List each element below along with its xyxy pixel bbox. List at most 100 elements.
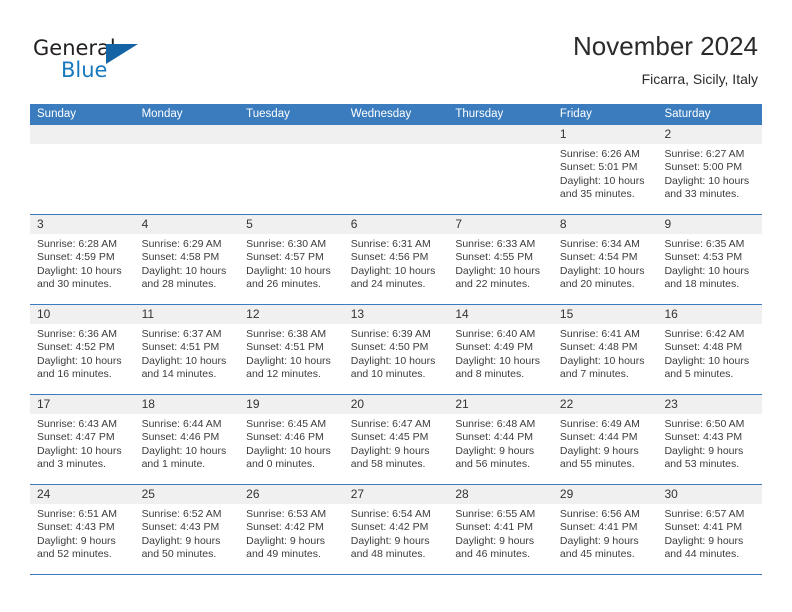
daylight-text: Daylight: 10 hours and 24 minutes. bbox=[350, 264, 436, 291]
sunset-text: Sunset: 4:51 PM bbox=[141, 341, 220, 354]
logo-text-general: General bbox=[33, 36, 116, 60]
calendar-day-cell[interactable]: 2 Sunrise: 6:27 AM Sunset: 5:00 PM Daylight… bbox=[657, 125, 763, 214]
daylight-text: Daylight: 10 hours and 28 minutes. bbox=[141, 264, 227, 291]
day-number-band bbox=[239, 125, 344, 144]
calendar-day-cell[interactable]: 5 Sunrise: 6:30 AM Sunset: 4:57 PM Daylight… bbox=[239, 215, 344, 304]
calendar-day-cell[interactable]: 28 Sunrise: 6:55 AM Sunset: 4:41 PM Dayligh… bbox=[448, 485, 553, 574]
calendar-day-cell[interactable]: 25 Sunrise: 6:52 AM Sunset: 4:43 PM Dayligh… bbox=[134, 485, 240, 574]
calendar-day-cell[interactable]: 30 Sunrise: 6:57 AM Sunset: 4:41 PM Dayligh… bbox=[657, 485, 763, 574]
calendar-day-cell[interactable]: 12 Sunrise: 6:38 AM Sunset: 4:51 PM Dayligh… bbox=[239, 305, 344, 394]
day-number-band: 24 bbox=[30, 485, 135, 504]
calendar-day-cell[interactable]: 18 Sunrise: 6:44 AM Sunset: 4:46 PM Dayligh… bbox=[134, 395, 240, 484]
sunset-text: Sunset: 4:59 PM bbox=[37, 251, 115, 264]
day-detail-body: Sunrise: 6:37 AM Sunset: 4:51 PM Daylight:… bbox=[134, 324, 240, 394]
calendar-day-cell[interactable]: 14 Sunrise: 6:40 AM Sunset: 4:49 PM Dayligh… bbox=[448, 305, 553, 394]
general-blue-logo[interactable]: General Blue bbox=[33, 36, 203, 88]
weekday-header-monday: Monday bbox=[141, 108, 183, 120]
calendar-day-cell[interactable]: 17 Sunrise: 6:43 AM Sunset: 4:47 PM Dayligh… bbox=[30, 395, 135, 484]
daylight-text: Daylight: 9 hours and 44 minutes. bbox=[664, 534, 744, 561]
day-number-band: 5 bbox=[239, 215, 344, 234]
calendar-day-cell[interactable]: 23 Sunrise: 6:50 AM Sunset: 4:43 PM Dayligh… bbox=[657, 395, 763, 484]
calendar-day-cell[interactable]: 16 Sunrise: 6:42 AM Sunset: 4:48 PM Dayligh… bbox=[657, 305, 763, 394]
day-number: 23 bbox=[664, 397, 678, 411]
day-detail-body bbox=[343, 144, 449, 214]
sunset-text: Sunset: 4:53 PM bbox=[664, 251, 743, 264]
sunrise-text: Sunrise: 6:39 AM bbox=[350, 328, 431, 340]
sunrise-text: Sunrise: 6:40 AM bbox=[455, 328, 536, 340]
calendar-day-cell[interactable]: 10 Sunrise: 6:36 AM Sunset: 4:52 PM Dayligh… bbox=[30, 305, 135, 394]
calendar-day-cell[interactable]: 21 Sunrise: 6:48 AM Sunset: 4:44 PM Dayligh… bbox=[448, 395, 553, 484]
sunset-text: Sunset: 4:42 PM bbox=[246, 521, 324, 534]
calendar-day-cell[interactable]: 6 Sunrise: 6:31 AM Sunset: 4:56 PM Daylight… bbox=[343, 215, 449, 304]
day-number-band: 8 bbox=[552, 215, 658, 234]
weekday-header-sunday: Sunday bbox=[37, 108, 77, 120]
day-number: 7 bbox=[455, 217, 462, 231]
day-number: 27 bbox=[350, 487, 365, 501]
calendar-day-cell[interactable]: 26 Sunrise: 6:53 AM Sunset: 4:42 PM Dayligh… bbox=[239, 485, 344, 574]
calendar-day-cell-empty bbox=[448, 125, 553, 214]
day-detail-body: Sunrise: 6:55 AM Sunset: 4:41 PM Daylight:… bbox=[448, 504, 553, 574]
calendar-day-cell[interactable]: 4 Sunrise: 6:29 AM Sunset: 4:58 PM Daylight… bbox=[134, 215, 240, 304]
calendar-day-cell[interactable]: 13 Sunrise: 6:39 AM Sunset: 4:50 PM Dayligh… bbox=[343, 305, 449, 394]
sunrise-text: Sunrise: 6:51 AM bbox=[37, 508, 117, 520]
day-detail-body: Sunrise: 6:28 AM Sunset: 4:59 PM Daylight:… bbox=[30, 234, 135, 304]
day-number: 15 bbox=[559, 307, 574, 321]
sunset-text: Sunset: 4:44 PM bbox=[455, 431, 533, 444]
day-number-band: 3 bbox=[30, 215, 135, 234]
calendar-day-cell[interactable]: 1 Sunrise: 6:26 AM Sunset: 5:01 PM Daylight… bbox=[552, 125, 658, 214]
sunrise-text: Sunrise: 6:48 AM bbox=[455, 418, 536, 430]
sunrise-text: Sunrise: 6:55 AM bbox=[455, 508, 536, 520]
daylight-text: Daylight: 9 hours and 45 minutes. bbox=[559, 534, 639, 561]
day-detail-body: Sunrise: 6:31 AM Sunset: 4:56 PM Daylight:… bbox=[343, 234, 449, 304]
calendar-day-cell[interactable]: 11 Sunrise: 6:37 AM Sunset: 4:51 PM Dayligh… bbox=[134, 305, 240, 394]
sunset-text: Sunset: 4:43 PM bbox=[141, 521, 220, 534]
daylight-text: Daylight: 10 hours and 16 minutes. bbox=[37, 354, 122, 381]
day-number: 1 bbox=[559, 127, 567, 141]
day-detail-body bbox=[448, 144, 553, 214]
day-detail-body: Sunrise: 6:56 AM Sunset: 4:41 PM Daylight:… bbox=[552, 504, 658, 574]
calendar-day-cell[interactable]: 24 Sunrise: 6:51 AM Sunset: 4:43 PM Dayligh… bbox=[30, 485, 135, 574]
day-number: 4 bbox=[141, 217, 149, 231]
calendar-day-cell[interactable]: 8 Sunrise: 6:34 AM Sunset: 4:54 PM Daylight… bbox=[552, 215, 658, 304]
sunset-text: Sunset: 4:41 PM bbox=[559, 521, 638, 534]
day-number-band: 9 bbox=[657, 215, 763, 234]
day-number-band: 27 bbox=[343, 485, 449, 504]
day-detail-body: Sunrise: 6:39 AM Sunset: 4:50 PM Daylight:… bbox=[343, 324, 449, 394]
sunrise-text: Sunrise: 6:35 AM bbox=[664, 238, 745, 250]
day-number-band: 25 bbox=[134, 485, 240, 504]
sunset-text: Sunset: 4:50 PM bbox=[350, 341, 429, 354]
day-detail-body: Sunrise: 6:40 AM Sunset: 4:49 PM Daylight:… bbox=[448, 324, 553, 394]
calendar-day-cell[interactable]: 15 Sunrise: 6:41 AM Sunset: 4:48 PM Dayligh… bbox=[552, 305, 658, 394]
sunrise-text: Sunrise: 6:53 AM bbox=[246, 508, 327, 520]
sunrise-text: Sunrise: 6:42 AM bbox=[664, 328, 745, 340]
day-number-band: 19 bbox=[239, 395, 344, 414]
calendar-day-cell[interactable]: 22 Sunrise: 6:49 AM Sunset: 4:44 PM Dayligh… bbox=[552, 395, 658, 484]
day-number: 17 bbox=[37, 397, 51, 411]
calendar-day-cell[interactable]: 20 Sunrise: 6:47 AM Sunset: 4:45 PM Dayligh… bbox=[343, 395, 449, 484]
day-number-band bbox=[343, 125, 449, 144]
day-number: 16 bbox=[664, 307, 678, 321]
day-number: 12 bbox=[246, 307, 260, 321]
sunrise-text: Sunrise: 6:38 AM bbox=[246, 328, 327, 340]
calendar-day-cell[interactable]: 29 Sunrise: 6:56 AM Sunset: 4:41 PM Dayligh… bbox=[552, 485, 658, 574]
calendar-day-cell[interactable]: 27 Sunrise: 6:54 AM Sunset: 4:42 PM Dayligh… bbox=[343, 485, 449, 574]
sunset-text: Sunset: 4:43 PM bbox=[664, 431, 743, 444]
day-number-band bbox=[448, 125, 553, 144]
calendar-day-cell-empty bbox=[134, 125, 240, 214]
day-number: 28 bbox=[455, 487, 469, 501]
weekday-header-saturday: Saturday bbox=[664, 108, 711, 120]
calendar-day-cell[interactable]: 19 Sunrise: 6:45 AM Sunset: 4:46 PM Dayligh… bbox=[239, 395, 344, 484]
calendar-day-cell[interactable]: 7 Sunrise: 6:33 AM Sunset: 4:55 PM Daylight… bbox=[448, 215, 553, 304]
sunrise-text: Sunrise: 6:28 AM bbox=[37, 238, 117, 250]
calendar-day-cell[interactable]: 9 Sunrise: 6:35 AM Sunset: 4:53 PM Daylight… bbox=[657, 215, 763, 304]
page-header: General Blue November 2024 Ficarra, Sici… bbox=[0, 0, 792, 100]
sunset-text: Sunset: 4:46 PM bbox=[246, 431, 324, 444]
calendar-day-cell[interactable]: 3 Sunrise: 6:28 AM Sunset: 4:59 PM Daylight… bbox=[30, 215, 135, 304]
daylight-text: Daylight: 10 hours and 8 minutes. bbox=[455, 354, 540, 381]
sunset-text: Sunset: 4:44 PM bbox=[559, 431, 638, 444]
day-number: 13 bbox=[350, 307, 365, 321]
daylight-text: Daylight: 10 hours and 3 minutes. bbox=[37, 444, 122, 471]
day-number-band: 21 bbox=[448, 395, 553, 414]
sunset-text: Sunset: 4:42 PM bbox=[350, 521, 429, 534]
day-number: 18 bbox=[141, 397, 155, 411]
